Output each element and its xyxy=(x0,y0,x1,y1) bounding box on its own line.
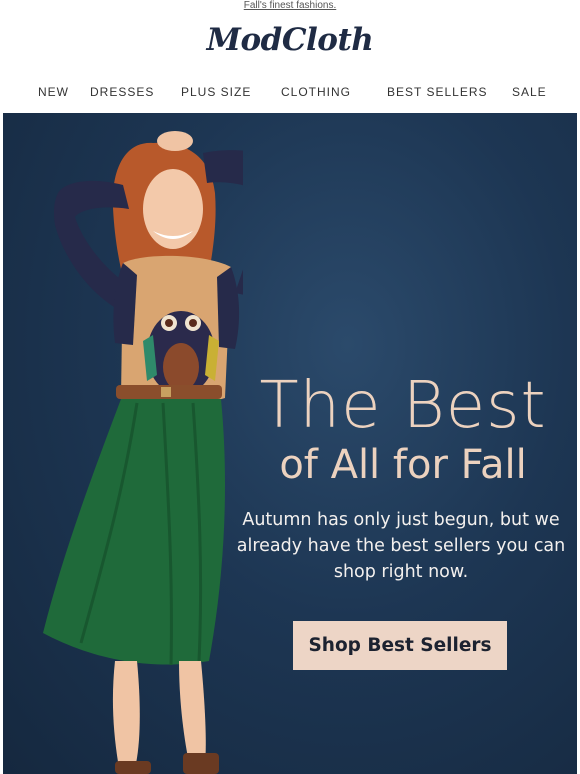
modcloth-logo[interactable]: ModCloth xyxy=(0,22,580,58)
nav-item-plus-size[interactable]: PLUS SIZE xyxy=(181,84,251,100)
nav-item-new[interactable]: NEW xyxy=(38,84,69,100)
preheader-link[interactable]: Fall's finest fashions. xyxy=(0,0,580,12)
nav-item-sale[interactable]: SALE xyxy=(512,84,547,100)
shop-best-sellers-button[interactable]: Shop Best Sellers xyxy=(293,621,507,670)
hero-model-image xyxy=(43,131,243,774)
nav-item-dresses[interactable]: DRESSES xyxy=(90,84,154,100)
main-nav: NEW DRESSES PLUS SIZE CLOTHING BEST SELL… xyxy=(0,84,580,100)
hero-body-line: shop right now. xyxy=(333,562,469,582)
hero-body-line: Autumn has only just begun, but we xyxy=(242,510,560,530)
nav-item-best-sellers[interactable]: BEST SELLERS xyxy=(387,84,488,100)
hero-body-text: Autumn has only just begun, but we alrea… xyxy=(233,507,569,585)
hero-banner[interactable]: The Best of All for Fall Autumn has only… xyxy=(3,113,577,774)
hero-headline: The Best xyxy=(259,369,547,443)
nav-item-clothing[interactable]: CLOTHING xyxy=(281,84,351,100)
hero-body-line: already have the best sellers you can xyxy=(236,536,566,556)
hero-subheadline: of All for Fall xyxy=(279,442,527,488)
